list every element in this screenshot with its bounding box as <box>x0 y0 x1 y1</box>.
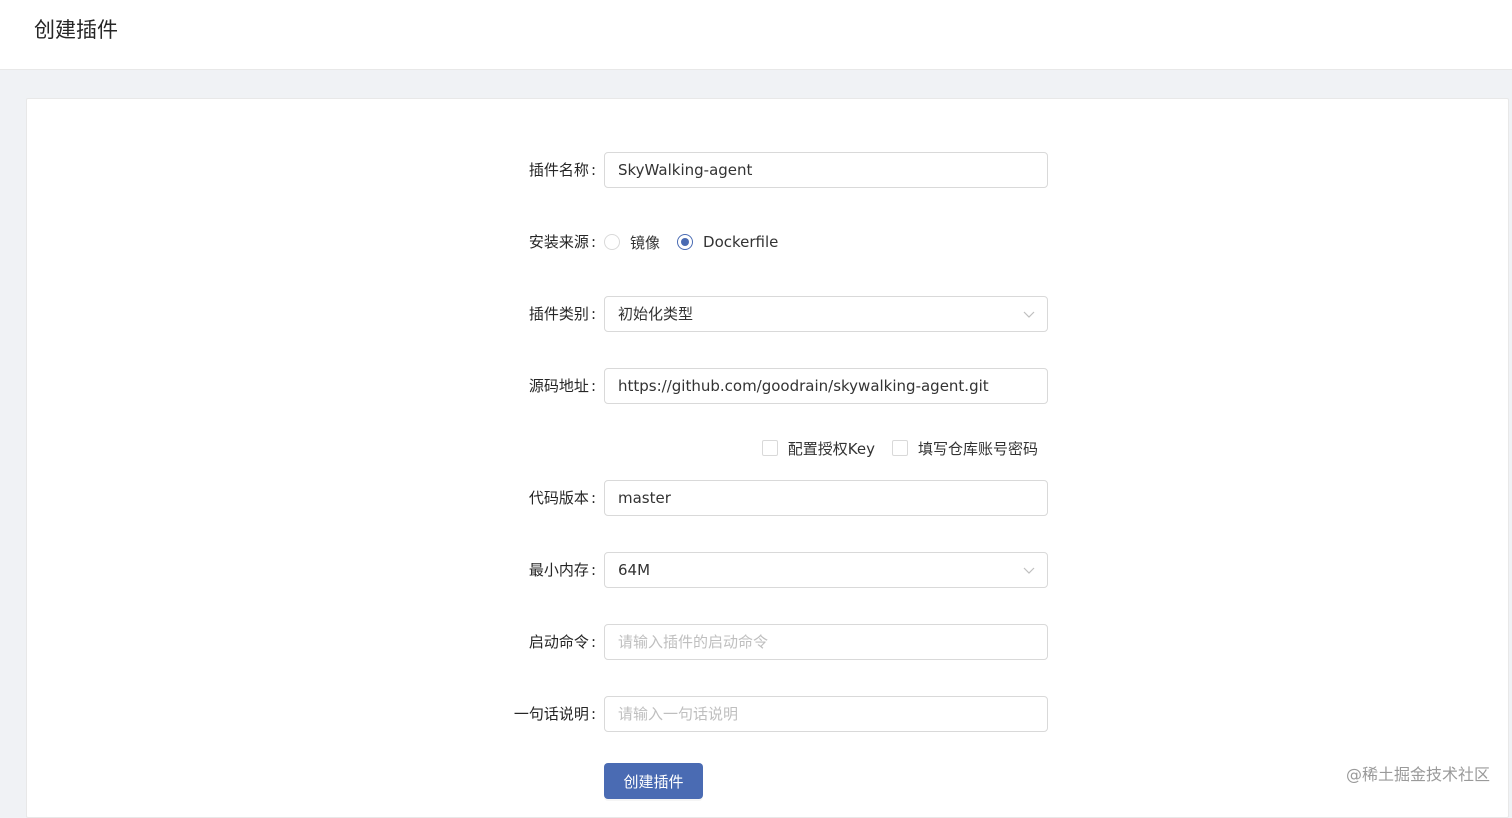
min-memory-label: 最小内存: <box>528 561 596 579</box>
row-install-source: 安装来源: 镜像 Dockerfile <box>0 224 1512 260</box>
row-start-command: 启动命令: <box>0 624 1512 660</box>
row-plugin-name: 插件名称: <box>0 152 1512 188</box>
row-min-memory: 最小内存: 64M <box>0 552 1512 588</box>
chevron-down-icon <box>1023 311 1035 318</box>
watermark: @稀土掘金技术社区 <box>1345 765 1490 784</box>
source-url-input[interactable] <box>604 368 1048 404</box>
description-label: 一句话说明: <box>513 705 596 723</box>
plugin-type-value: 初始化类型 <box>618 305 694 323</box>
page-header: 创建插件 <box>0 0 1512 70</box>
row-description: 一句话说明: <box>0 696 1512 732</box>
row-source-url: 源码地址: <box>0 368 1512 404</box>
radio-unchecked-icon[interactable] <box>604 234 620 250</box>
install-source-label: 安装来源: <box>528 233 596 251</box>
row-code-version: 代码版本: <box>0 480 1512 516</box>
source-url-label: 源码地址: <box>528 377 596 395</box>
radio-label-image: 镜像 <box>630 233 661 252</box>
radio-label-dockerfile: Dockerfile <box>703 233 779 251</box>
checkbox-unchecked-icon[interactable] <box>761 440 778 456</box>
checkbox-label-repo-credentials: 填写仓库账号密码 <box>917 439 1038 458</box>
plugin-name-input[interactable] <box>604 152 1048 188</box>
radio-option-dockerfile[interactable]: Dockerfile <box>677 233 778 251</box>
row-plugin-type: 插件类别: 初始化类型 <box>0 296 1512 332</box>
checkbox-option-auth-key[interactable]: 配置授权Key <box>761 438 875 459</box>
min-memory-select[interactable]: 64M <box>604 552 1048 588</box>
checkbox-label-auth-key: 配置授权Key <box>787 439 875 458</box>
start-command-label: 启动命令: <box>528 633 596 651</box>
min-memory-value: 64M <box>618 561 651 579</box>
row-source-options: 配置授权Key 填写仓库账号密码 <box>0 437 1512 459</box>
plugin-type-select[interactable]: 初始化类型 <box>604 296 1048 332</box>
radio-option-image[interactable]: 镜像 <box>604 232 660 253</box>
code-version-input[interactable] <box>604 480 1048 516</box>
radio-checked-icon[interactable] <box>677 234 694 250</box>
plugin-name-label: 插件名称: <box>528 161 596 179</box>
plugin-type-label: 插件类别: <box>528 305 596 323</box>
install-source-radio-group: 镜像 Dockerfile <box>604 224 795 260</box>
source-options-checkbox-group: 配置授权Key 填写仓库账号密码 <box>745 437 1038 459</box>
checkbox-unchecked-icon[interactable] <box>891 440 908 456</box>
start-command-input[interactable] <box>604 624 1048 660</box>
description-input[interactable] <box>604 696 1048 732</box>
chevron-down-icon <box>1023 567 1035 574</box>
code-version-label: 代码版本: <box>528 489 596 507</box>
create-plugin-button[interactable]: 创建插件 <box>604 763 703 799</box>
page-title: 创建插件 <box>34 18 118 42</box>
checkbox-option-repo-credentials[interactable]: 填写仓库账号密码 <box>891 438 1038 459</box>
